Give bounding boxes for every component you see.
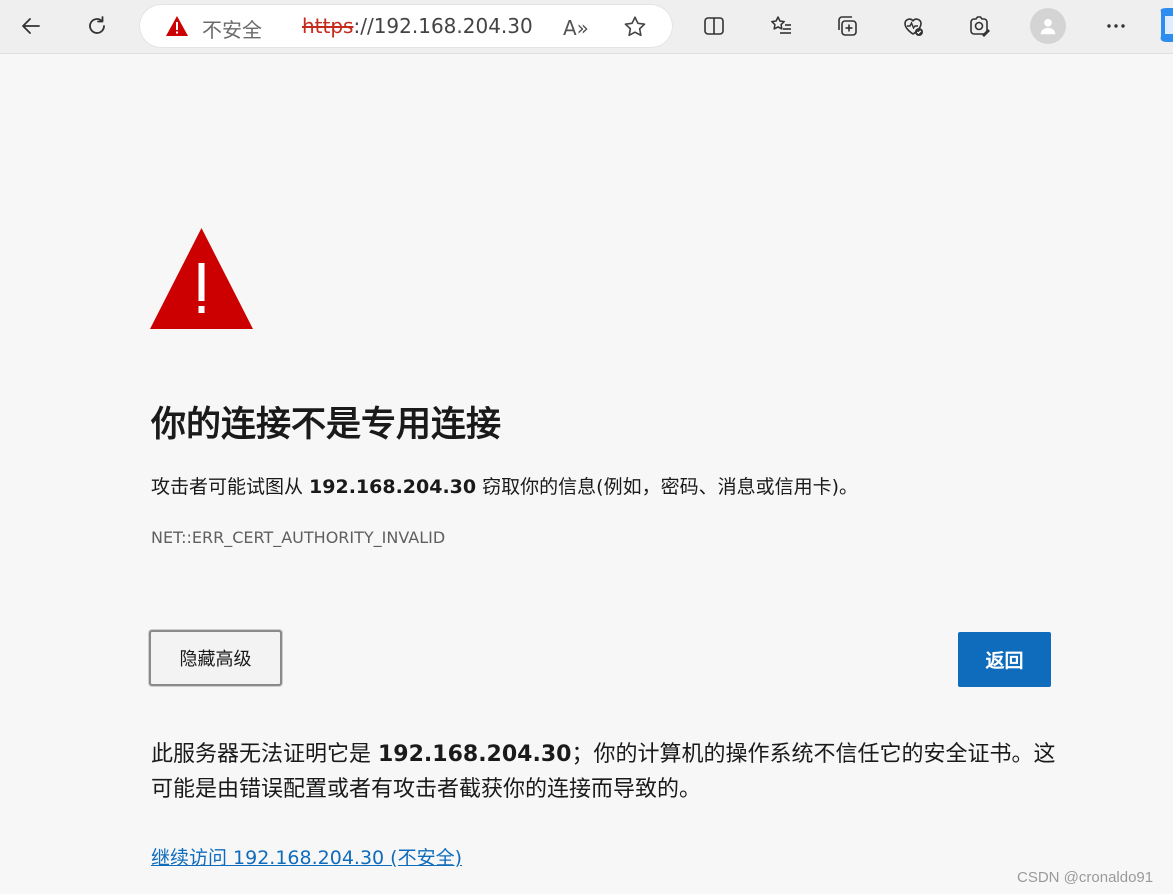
page-title: 你的连接不是专用连接 [151, 405, 502, 445]
hide-advanced-button[interactable]: 隐藏高级 [149, 630, 282, 686]
error-code: NET::ERR_CERT_AUTHORITY_INVALID [151, 528, 446, 547]
warning-icon [150, 228, 253, 329]
more-icon[interactable] [1096, 6, 1136, 46]
browser-toolbar: 不安全 https://192.168.204.30 A» [0, 0, 1173, 54]
favorites-list-icon[interactable] [761, 6, 801, 46]
refresh-icon[interactable] [77, 6, 117, 46]
attack-text-before: 攻击者可能试图从 [151, 476, 310, 498]
host-name: 192.168.204.30 [309, 476, 477, 498]
url-host: ://192.168.204.30 [353, 14, 533, 38]
watermark: CSDN @cronaldo91 [1017, 869, 1154, 886]
browser-essentials-icon[interactable] [893, 6, 933, 46]
split-screen-icon[interactable] [694, 6, 734, 46]
profile-icon[interactable] [1030, 8, 1066, 44]
address-bar[interactable]: 不安全 https://192.168.204.30 A» [139, 4, 673, 48]
screenshot-icon[interactable] [959, 6, 999, 46]
copilot-icon[interactable] [1155, 4, 1173, 48]
host-name: 192.168.204.30 [378, 742, 572, 767]
continue-unsafe-link[interactable]: 继续访问 192.168.204.30 (不安全) [151, 843, 462, 870]
attack-warning-text: 攻击者可能试图从 192.168.204.30 窃取你的信息(例如，密码、消息或… [151, 472, 858, 499]
url-scheme: https [302, 14, 354, 38]
detail-text-before: 此服务器无法证明它是 [151, 742, 378, 767]
back-button[interactable]: 返回 [958, 632, 1051, 687]
certificate-detail-text: 此服务器无法证明它是 192.168.204.30；你的计算机的操作系统不信任它… [151, 737, 1056, 807]
back-icon[interactable] [11, 6, 51, 46]
collections-icon[interactable] [827, 6, 867, 46]
read-aloud-icon[interactable]: A» [563, 16, 589, 40]
favorite-star-icon[interactable] [622, 14, 648, 40]
url-text[interactable]: https://192.168.204.30 [302, 14, 533, 38]
security-status-label[interactable]: 不安全 [202, 14, 262, 43]
warning-icon[interactable] [165, 15, 189, 37]
attack-text-after: 窃取你的信息(例如，密码、消息或信用卡)。 [476, 476, 858, 498]
